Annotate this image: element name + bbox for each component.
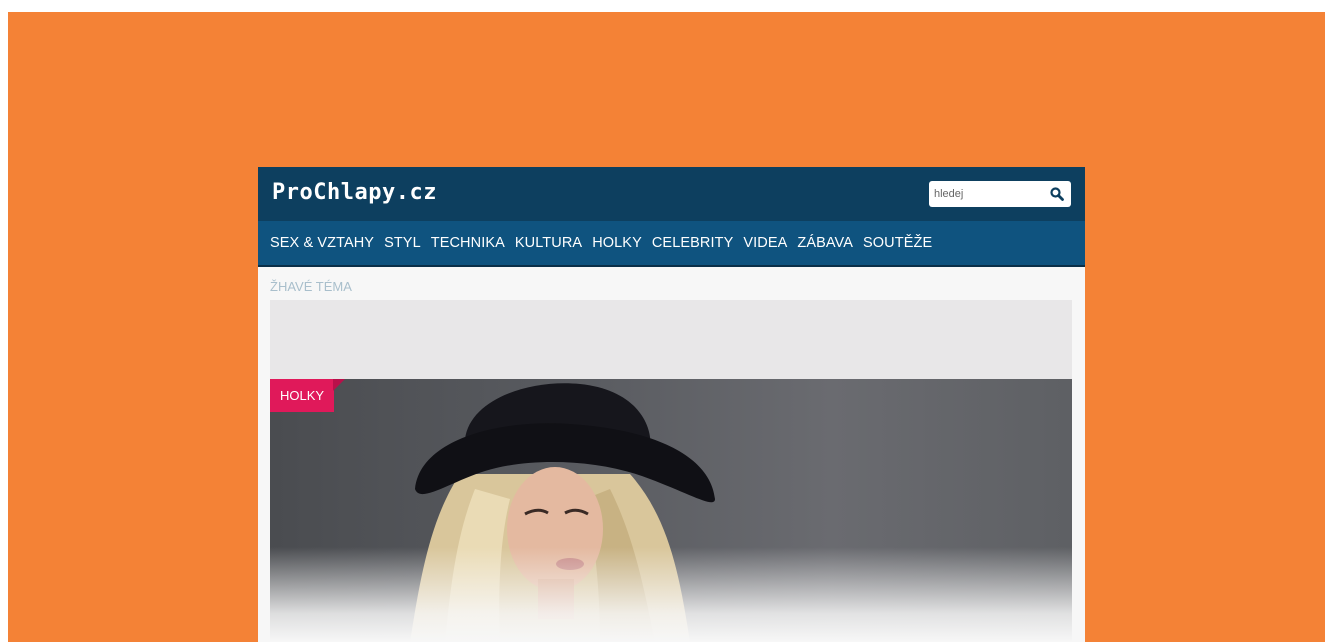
search-input[interactable] [934, 188, 1044, 200]
search-box [929, 181, 1071, 207]
hot-topic-label: ŽHAVÉ TÉMA [270, 279, 352, 294]
nav-item-celebrity[interactable]: CELEBRITY [652, 235, 733, 251]
nav-item-souteze[interactable]: SOUTĚŽE [863, 235, 932, 251]
badge-corner [333, 379, 345, 391]
search-icon[interactable] [1049, 186, 1065, 202]
nav-item-styl[interactable]: STYL [384, 235, 421, 251]
nav-item-sex-vztahy[interactable]: SEX & VZTAHY [270, 235, 374, 251]
ad-placeholder [270, 300, 1072, 379]
main-nav: SEX & VZTAHY STYL TECHNIKA KULTURA HOLKY… [258, 221, 1085, 267]
nav-item-zabava[interactable]: ZÁBAVA [797, 235, 853, 251]
embedded-page: ProChlapy.cz SEX & VZTAHY STYL TECHNIKA … [258, 167, 1085, 642]
site-header: ProChlapy.cz [258, 167, 1085, 221]
hero-fade [270, 547, 1072, 642]
nav-item-kultura[interactable]: KULTURA [515, 235, 582, 251]
nav-item-holky[interactable]: HOLKY [592, 235, 642, 251]
nav-item-videa[interactable]: VIDEA [743, 235, 787, 251]
featured-article-image[interactable]: HOLKY [270, 379, 1072, 642]
nav-item-technika[interactable]: TECHNIKA [431, 235, 505, 251]
site-logo[interactable]: ProChlapy.cz [272, 180, 437, 205]
category-badge[interactable]: HOLKY [270, 379, 335, 412]
